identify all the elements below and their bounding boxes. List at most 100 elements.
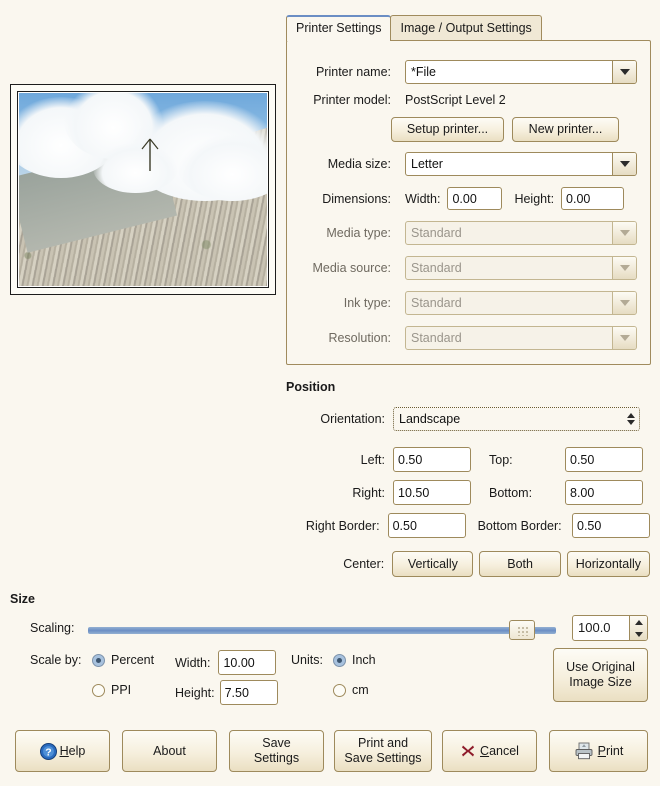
help-icon: ?: [39, 742, 57, 760]
settings-tabs[interactable]: Printer Settings Image / Output Settings: [286, 13, 542, 41]
bottom-input[interactable]: [565, 480, 643, 505]
left-input[interactable]: [393, 447, 471, 472]
media-type-label: Media type:: [326, 226, 391, 240]
printer-action-buttons: Setup printer... New printer...: [391, 117, 619, 142]
size-height-label: Height:: [175, 685, 215, 700]
resolution-label: Resolution:: [328, 331, 391, 345]
svg-text:?: ?: [45, 746, 51, 758]
scale-by-ppi-option[interactable]: PPI: [92, 683, 131, 697]
radio-percent[interactable]: [92, 653, 105, 667]
center-horizontally-button[interactable]: Horizontally: [566, 551, 650, 577]
printer-model-value: PostScript Level 2: [405, 93, 506, 107]
chevron-down-icon[interactable]: [612, 222, 636, 244]
slider-handle[interactable]: [509, 620, 536, 640]
save-settings-button[interactable]: Save Settings: [229, 730, 324, 772]
cancel-button[interactable]: Cancel: [442, 730, 537, 772]
printer-name-value: *File: [411, 65, 437, 79]
position-section-title: Position: [286, 380, 336, 394]
dimensions-height-label: Height:: [514, 191, 555, 206]
printer-model-label: Printer model:: [313, 93, 391, 107]
chevron-down-icon[interactable]: [612, 153, 636, 175]
border-row: Right Border: Bottom Border:: [290, 513, 650, 538]
scaling-spinbox[interactable]: 100.0: [572, 615, 648, 641]
radio-inch[interactable]: [333, 653, 346, 667]
center-vertically-button[interactable]: Vertically: [392, 551, 474, 577]
chevron-down-icon[interactable]: [612, 257, 636, 279]
stepper-down-icon[interactable]: [630, 628, 647, 640]
size-section-title: Size: [10, 592, 36, 606]
scaling-label: Scaling:: [30, 621, 75, 635]
ink-type-label: Ink type:: [343, 296, 391, 310]
right-border-input[interactable]: [387, 513, 466, 538]
radio-cm[interactable]: [333, 683, 346, 697]
media-size-row: Media size: Letter: [301, 152, 639, 176]
preview-paper-inner: [17, 91, 269, 288]
media-type-row: Media type: Standard: [301, 221, 639, 245]
print-and-save-line1: Print and: [357, 736, 409, 750]
print-preview[interactable]: [10, 84, 276, 295]
tab-printer-settings[interactable]: Printer Settings: [286, 15, 392, 41]
setup-printer-button[interactable]: Setup printer...: [391, 117, 504, 142]
stepper-up-icon[interactable]: [630, 616, 647, 628]
printer-name-dropdown[interactable]: *File: [405, 60, 637, 84]
save-settings-line2: Settings: [253, 751, 300, 765]
scaling-value: 100.0: [578, 620, 611, 635]
tab-image-output-settings[interactable]: Image / Output Settings: [390, 15, 542, 41]
print-and-save-settings-button[interactable]: Print and Save Settings: [334, 730, 432, 772]
media-source-value: Standard: [411, 261, 462, 275]
scaling-slider[interactable]: [88, 620, 556, 640]
ink-type-dropdown[interactable]: Standard: [405, 291, 637, 315]
save-settings-line1: Save: [262, 736, 291, 750]
media-size-value: Letter: [411, 157, 443, 171]
cm-label: cm: [352, 683, 369, 697]
resolution-row: Resolution: Standard: [301, 326, 639, 350]
size-height-input[interactable]: [219, 680, 278, 705]
size-height-row: Height:: [175, 680, 278, 705]
printer-icon: [575, 742, 593, 760]
spinner-arrows-icon[interactable]: [623, 408, 639, 430]
scale-by-percent-option[interactable]: Percent: [92, 653, 154, 667]
about-button[interactable]: About: [122, 730, 217, 772]
size-width-row: Width:: [175, 650, 277, 675]
media-source-row: Media source: Standard: [301, 256, 639, 280]
chevron-down-icon[interactable]: [612, 61, 636, 83]
units-cm-option[interactable]: cm: [333, 683, 369, 697]
printer-model-row: Printer model: PostScript Level 2: [301, 93, 639, 107]
dimensions-width-label: Width:: [405, 191, 441, 206]
left-label: Left:: [360, 452, 385, 467]
slider-track[interactable]: [88, 627, 556, 634]
center-both-button[interactable]: Both: [479, 551, 561, 577]
radio-ppi[interactable]: [92, 683, 105, 697]
chevron-down-icon[interactable]: [612, 327, 636, 349]
resolution-dropdown[interactable]: Standard: [405, 326, 637, 350]
ppi-label: PPI: [111, 683, 132, 697]
media-source-dropdown[interactable]: Standard: [405, 256, 637, 280]
scale-by-label: Scale by:: [30, 653, 82, 667]
close-icon: [462, 745, 475, 757]
scaling-stepper[interactable]: [629, 616, 647, 640]
orientation-dropdown[interactable]: Landscape: [393, 407, 640, 431]
help-button[interactable]: ? Help: [15, 730, 110, 772]
bottom-border-input[interactable]: [572, 513, 650, 538]
media-type-value: Standard: [411, 226, 462, 240]
media-size-dropdown[interactable]: Letter: [405, 152, 637, 176]
resolution-value: Standard: [411, 331, 462, 345]
orientation-label: Orientation:: [320, 412, 385, 426]
new-printer-button[interactable]: New printer...: [512, 117, 619, 142]
help-label-rest: elp: [68, 743, 86, 758]
left-top-row: Left: Top:: [300, 447, 650, 472]
size-width-input[interactable]: [218, 650, 277, 675]
print-button[interactable]: Print: [549, 730, 648, 772]
use-original-image-size-button[interactable]: Use Original Image Size: [553, 648, 648, 702]
units-inch-option[interactable]: Inch: [333, 653, 376, 667]
right-border-label: Right Border:: [305, 518, 380, 533]
dimensions-width-input[interactable]: [447, 187, 503, 210]
top-input[interactable]: [565, 447, 643, 472]
chevron-down-icon[interactable]: [612, 292, 636, 314]
media-source-label: Media source:: [312, 261, 391, 275]
right-input[interactable]: [393, 480, 471, 505]
use-original-line1: Use Original: [566, 660, 635, 674]
bottom-label: Bottom:: [489, 485, 533, 500]
dimensions-height-input[interactable]: [561, 187, 625, 210]
media-type-dropdown[interactable]: Standard: [405, 221, 637, 245]
